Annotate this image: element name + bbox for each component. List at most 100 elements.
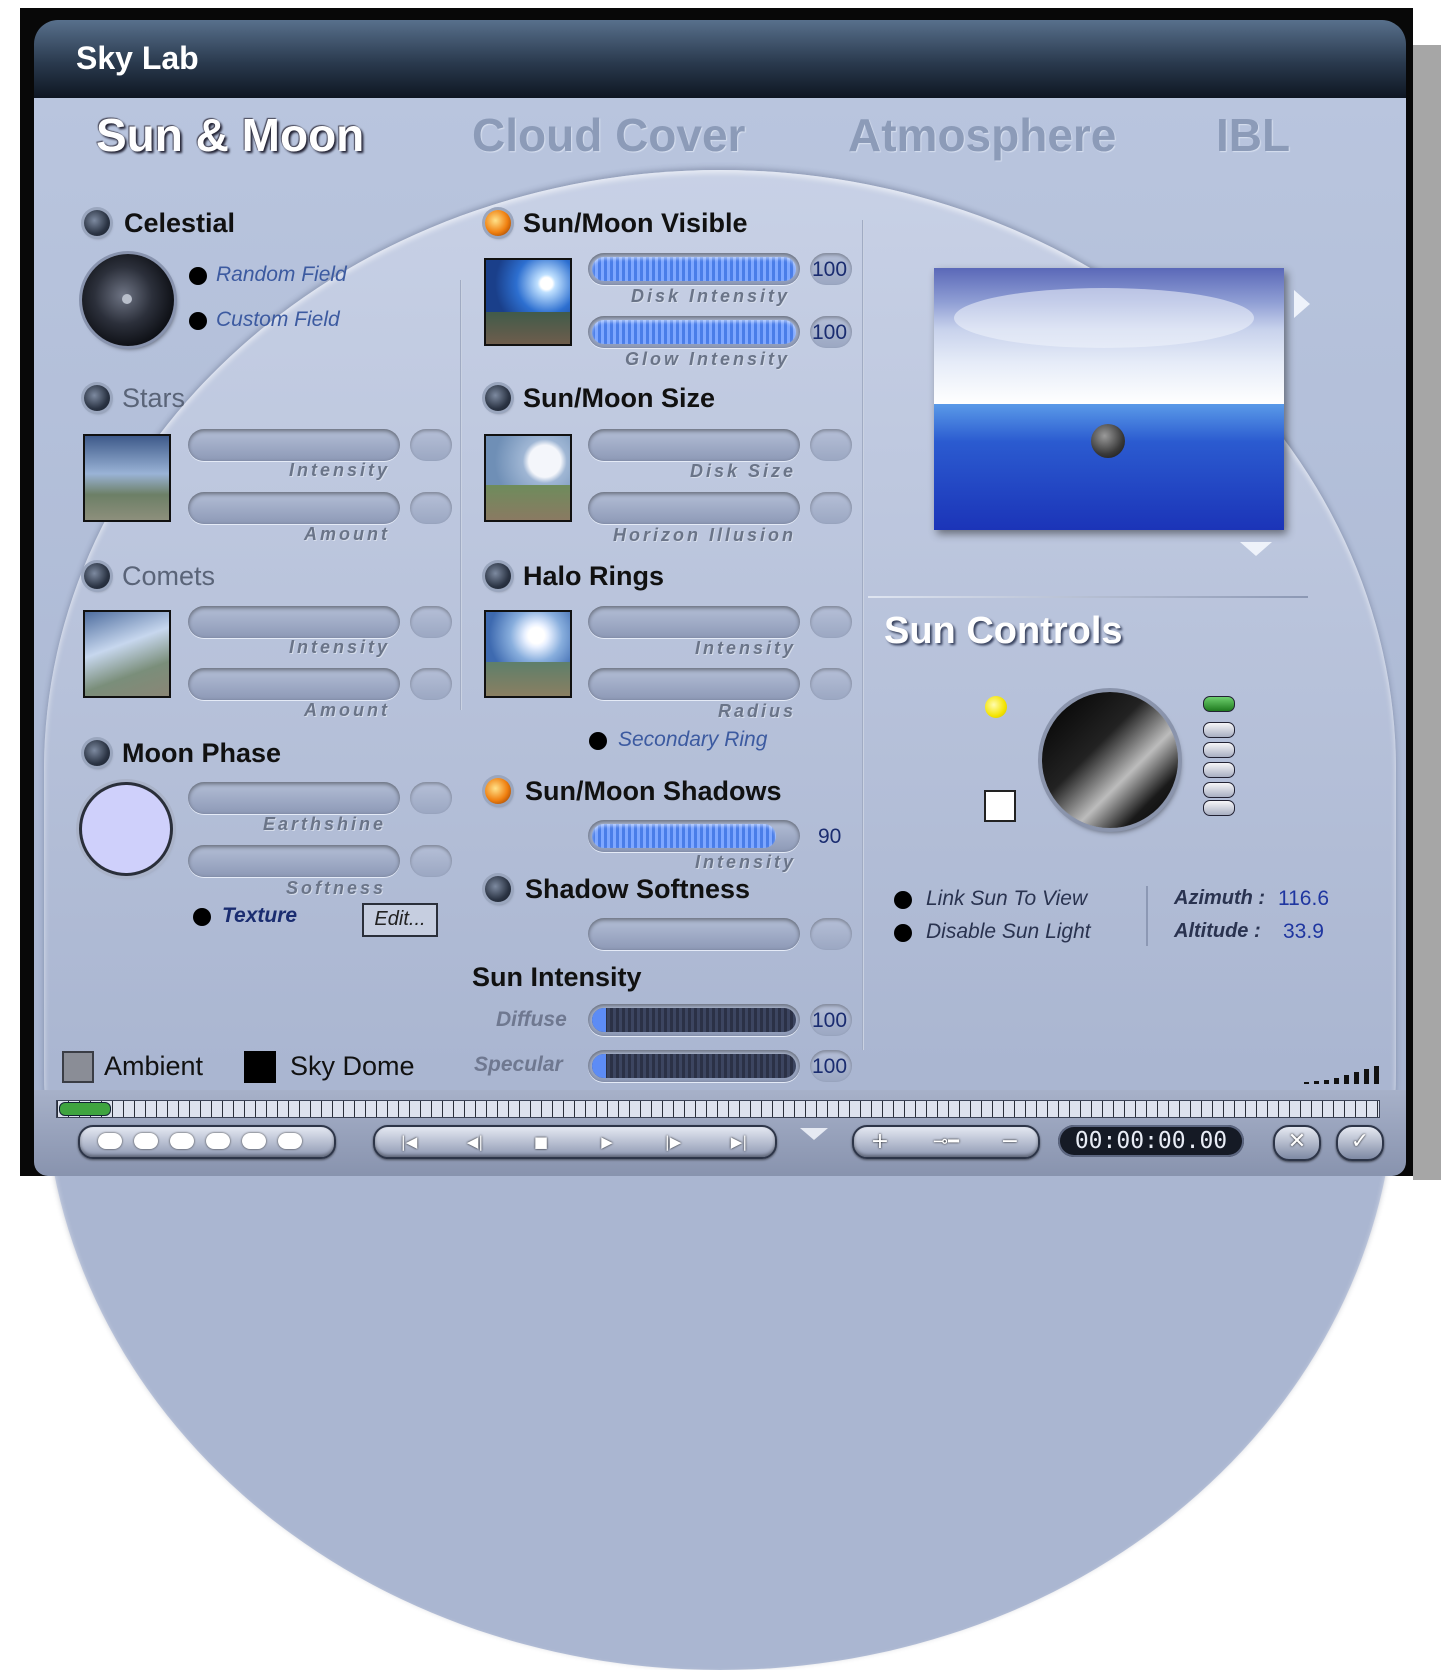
- halo-thumbnail[interactable]: [484, 610, 572, 698]
- comets-amount-value[interactable]: [410, 668, 452, 700]
- column-divider-right: [862, 220, 864, 1050]
- time-display[interactable]: 00:00:00.00: [1058, 1125, 1244, 1157]
- confirm-icon[interactable]: ✓: [1336, 1125, 1384, 1161]
- comets-intensity-slider[interactable]: [188, 606, 400, 638]
- preview-expand-right-icon[interactable]: [1294, 290, 1310, 318]
- skip-end-icon[interactable]: ▶|: [719, 1127, 759, 1157]
- remove-key-icon[interactable]: −: [992, 1127, 1028, 1157]
- tab-ibl[interactable]: IBL: [1216, 108, 1290, 162]
- edit-button[interactable]: Edit...: [362, 903, 438, 937]
- sun-size-thumbnail[interactable]: [484, 434, 572, 522]
- disk-size-slider[interactable]: [588, 429, 800, 461]
- softness-label: Softness: [285, 878, 386, 898]
- altitude-label: Altitude :: [1174, 920, 1261, 942]
- step-back-icon[interactable]: ◀|: [455, 1127, 495, 1157]
- earthshine-value[interactable]: [410, 782, 452, 814]
- halo-intensity-label: Intensity: [694, 638, 796, 658]
- specular-slider[interactable]: [588, 1050, 800, 1082]
- sun-visible-thumbnail[interactable]: [484, 258, 572, 346]
- diffuse-slider[interactable]: [588, 1004, 800, 1036]
- shadow-softness-value-box[interactable]: [810, 918, 852, 950]
- disk-intensity-slider[interactable]: [588, 253, 800, 285]
- sun-moon-shadows-led[interactable]: [485, 778, 511, 804]
- moon-phase-toggle-led[interactable]: [84, 740, 110, 766]
- random-field-radio[interactable]: [189, 267, 207, 285]
- stars-amount-slider[interactable]: [188, 492, 400, 524]
- stars-amount-value[interactable]: [410, 492, 452, 524]
- sun-controls-title: Sun Controls: [884, 610, 1123, 652]
- add-key-icon[interactable]: +: [862, 1127, 898, 1157]
- specular-value: 100: [812, 1055, 848, 1078]
- halo-intensity-value-box[interactable]: [810, 606, 852, 638]
- stop-icon[interactable]: ■: [521, 1127, 561, 1157]
- stars-thumbnail[interactable]: [83, 434, 171, 522]
- stars-intensity-slider[interactable]: [188, 429, 400, 461]
- ambient-checkbox[interactable]: [62, 1051, 94, 1083]
- halo-radius-slider[interactable]: [588, 668, 800, 700]
- tab-atmosphere[interactable]: Atmosphere: [848, 108, 1116, 162]
- shadow-softness-led[interactable]: [485, 876, 511, 902]
- texture-radio[interactable]: [193, 908, 211, 926]
- preview-expand-down-icon[interactable]: [1240, 542, 1272, 556]
- cancel-icon[interactable]: ✕: [1273, 1125, 1321, 1161]
- altitude-value: 33.9: [1283, 920, 1324, 943]
- comets-toggle-led[interactable]: [84, 563, 110, 589]
- timeline-playhead[interactable]: [59, 1102, 111, 1116]
- horizontal-divider: [868, 596, 1308, 598]
- comets-intensity-value[interactable]: [410, 606, 452, 638]
- tab-sun-moon[interactable]: Sun & Moon: [96, 108, 364, 162]
- halo-radius-value-box[interactable]: [810, 668, 852, 700]
- halo-intensity-slider[interactable]: [588, 606, 800, 638]
- sun-moon-size-title: Sun/Moon Size: [523, 383, 715, 413]
- signal-bars-icon: [1304, 1064, 1380, 1084]
- link-sun-label: Link Sun To View: [926, 887, 1088, 910]
- tab-cloud-cover[interactable]: Cloud Cover: [472, 108, 745, 162]
- horizon-illusion-label: Horizon Illusion: [613, 525, 796, 545]
- timeline-scrubber[interactable]: [56, 1100, 1380, 1118]
- sun-color-icon[interactable]: [985, 696, 1007, 718]
- softness-slider[interactable]: [188, 845, 400, 877]
- transport-menu-icon[interactable]: [800, 1128, 828, 1140]
- title-bar[interactable]: Sky Lab: [34, 20, 1406, 98]
- specular-label: Specular: [474, 1053, 563, 1076]
- stars-intensity-value[interactable]: [410, 429, 452, 461]
- comets-thumbnail[interactable]: [83, 610, 171, 698]
- link-sun-radio[interactable]: [894, 891, 912, 909]
- play-icon[interactable]: ▶: [587, 1127, 627, 1157]
- custom-field-radio[interactable]: [189, 312, 207, 330]
- sun-marker[interactable]: [1091, 424, 1125, 458]
- sun-intensity-meter[interactable]: [1203, 696, 1235, 816]
- secondary-ring-radio[interactable]: [589, 732, 607, 750]
- frame-buttons-group[interactable]: [78, 1125, 336, 1159]
- shadow-intensity-slider[interactable]: [588, 820, 800, 852]
- glow-intensity-slider[interactable]: [588, 316, 800, 348]
- diffuse-value: 100: [812, 1009, 848, 1032]
- halo-rings-led[interactable]: [485, 563, 511, 589]
- sun-moon-size-led[interactable]: [485, 385, 511, 411]
- disable-sun-label: Disable Sun Light: [926, 920, 1091, 943]
- shadow-softness-slider[interactable]: [588, 918, 800, 950]
- key-icon[interactable]: ⊸━: [908, 1127, 984, 1157]
- horizon-illusion-slider[interactable]: [588, 492, 800, 524]
- softness-value[interactable]: [410, 845, 452, 877]
- shadow-softness-title: Shadow Softness: [525, 874, 751, 904]
- transport-controls[interactable]: |◀ ◀| ■ ▶ |▶ ▶|: [373, 1125, 777, 1159]
- keyframe-controls[interactable]: + ⊸━ −: [852, 1125, 1040, 1159]
- custom-field-label: Custom Field: [216, 308, 340, 331]
- celestial-toggle-led[interactable]: [84, 210, 110, 236]
- sky-dome-checkbox[interactable]: [244, 1051, 276, 1083]
- sky-preview[interactable]: [934, 268, 1284, 530]
- step-forward-icon[interactable]: |▶: [653, 1127, 693, 1157]
- skip-start-icon[interactable]: |◀: [389, 1127, 429, 1157]
- sun-moon-visible-led[interactable]: [485, 210, 511, 236]
- stars-toggle-led[interactable]: [84, 385, 110, 411]
- earthshine-slider[interactable]: [188, 782, 400, 814]
- comets-amount-slider[interactable]: [188, 668, 400, 700]
- sun-color-swatch[interactable]: [984, 790, 1016, 822]
- celestial-dial[interactable]: [82, 254, 174, 346]
- horizon-illusion-value-box[interactable]: [810, 492, 852, 524]
- sun-position-trackball[interactable]: [1042, 692, 1178, 828]
- disk-size-value-box[interactable]: [810, 429, 852, 461]
- disable-sun-radio[interactable]: [894, 924, 912, 942]
- moon-phase-dial[interactable]: [82, 785, 170, 873]
